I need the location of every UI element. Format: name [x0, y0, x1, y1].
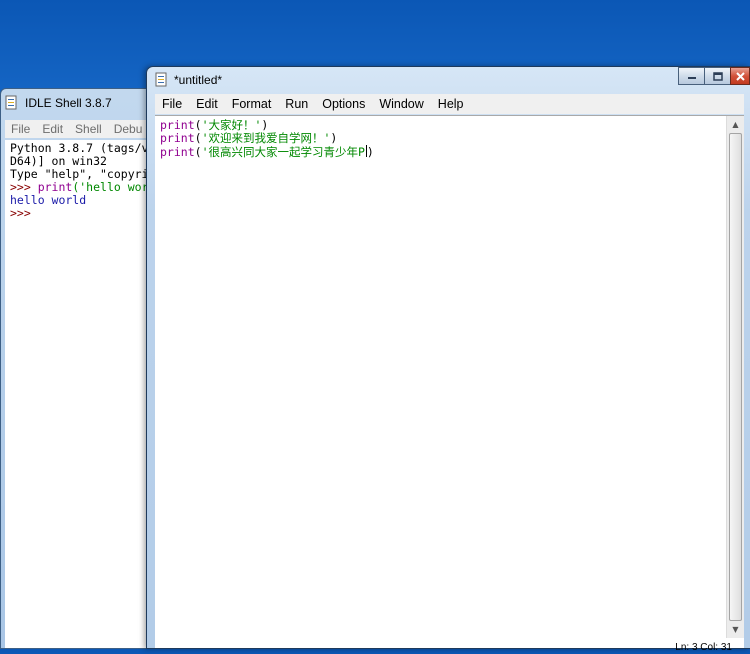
shell-menu-edit[interactable]: Edit	[36, 122, 69, 136]
scrollbar-thumb[interactable]	[729, 133, 742, 621]
maximize-button[interactable]	[704, 67, 731, 85]
shell-output[interactable]: Python 3.8.7 (tags/v D64)] on win32 Type "…	[5, 140, 159, 648]
shell-title: IDLE Shell 3.8.7	[25, 96, 112, 110]
shell-line: >>>	[10, 207, 159, 220]
shell-token: Python 3.8.7 (tags/v	[10, 141, 149, 155]
shell-token: hello world	[10, 193, 87, 207]
editor-menu-file[interactable]: File	[155, 97, 189, 111]
editor-window[interactable]: *untitled* File Edit Format Run Options Windo…	[146, 66, 750, 653]
editor-title: *untitled*	[174, 73, 223, 87]
shell-menubar: File Edit Shell Debu	[5, 120, 159, 138]
editor-menu-window[interactable]: Window	[372, 97, 430, 111]
editor-token: (	[194, 145, 202, 159]
editor-menu-help[interactable]: Help	[431, 97, 471, 111]
editor-token: print	[160, 145, 195, 159]
editor-menubar: File Edit Format Run Options Window Help	[155, 94, 744, 114]
shell-titlebar[interactable]: IDLE Shell 3.8.7	[1, 89, 159, 117]
editor-token: (	[194, 131, 202, 145]
scroll-down-icon[interactable]: ▼	[727, 621, 744, 638]
shell-token: ('hello wor	[72, 180, 149, 194]
cursor-position: Ln: 3 Col: 31	[675, 642, 732, 653]
editor-line: print('欢迎来到我爱自学网！')	[160, 132, 724, 145]
editor-token: (	[194, 118, 202, 132]
vertical-scrollbar[interactable]: ▲ ▼	[726, 116, 744, 638]
editor-token: '大家好！'	[201, 118, 262, 132]
shell-token: Type "help", "copyri	[10, 167, 149, 181]
shell-token: D64)] on win32	[10, 154, 107, 168]
editor-line: print('很高兴同大家一起学习青少年P)	[160, 145, 724, 159]
minimize-button[interactable]	[678, 67, 705, 85]
close-icon	[735, 71, 745, 81]
scroll-up-icon[interactable]: ▲	[727, 116, 744, 133]
window-controls	[678, 67, 750, 85]
maximize-icon	[712, 71, 723, 81]
editor-menu-format[interactable]: Format	[225, 97, 279, 111]
shell-token: >>>	[10, 180, 38, 194]
status-bar: Ln: 3 Col: 31	[155, 642, 744, 654]
editor-token: print	[160, 131, 195, 145]
editor-token: )	[330, 131, 338, 145]
close-button[interactable]	[730, 67, 750, 85]
idle-app-icon	[5, 95, 17, 110]
shell-menu-shell[interactable]: Shell	[69, 122, 108, 136]
shell-menu-file[interactable]: File	[5, 122, 36, 136]
shell-menu-debu[interactable]: Debu	[108, 122, 149, 136]
editor-menu-run[interactable]: Run	[278, 97, 315, 111]
editor-menu-options[interactable]: Options	[315, 97, 372, 111]
idle-app-icon	[155, 72, 167, 87]
editor-token: )	[366, 145, 374, 159]
editor-token: '很高兴同大家一起学习青少年P	[201, 145, 365, 159]
editor-token: '欢迎来到我爱自学网！'	[201, 131, 331, 145]
editor-token: print	[160, 118, 195, 132]
shell-token: >>>	[10, 206, 38, 220]
minimize-icon	[687, 77, 696, 79]
editor-token: )	[261, 118, 269, 132]
editor-text-area[interactable]: print('大家好！') print('欢迎来到我爱自学网！') print('很…	[155, 115, 744, 653]
shell-token: print	[37, 180, 73, 194]
idle-shell-window[interactable]: IDLE Shell 3.8.7 File Edit Shell Debu Pytho…	[0, 88, 160, 649]
editor-code[interactable]: print('大家好！') print('欢迎来到我爱自学网！') print('很…	[160, 119, 724, 159]
editor-titlebar[interactable]: *untitled*	[147, 67, 750, 93]
editor-menu-edit[interactable]: Edit	[189, 97, 225, 111]
